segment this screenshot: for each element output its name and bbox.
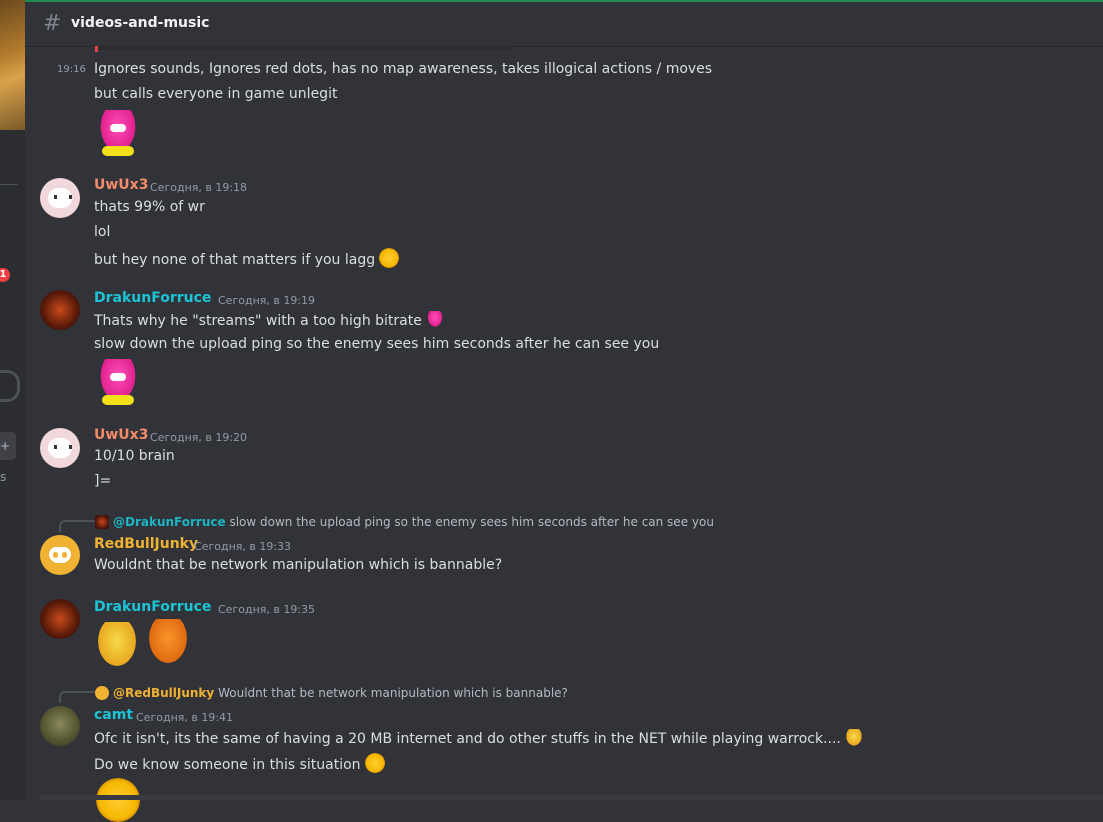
channel-name: videos-and-music (71, 15, 210, 31)
message-text: but calls everyone in game unlegit (94, 86, 338, 102)
message-text: lol (94, 224, 111, 240)
pink-creature-emoji-icon[interactable] (96, 110, 140, 158)
reply-avatar-icon (95, 686, 109, 700)
avatar[interactable] (40, 178, 80, 218)
reply-author[interactable]: @DrakunForruce (113, 515, 226, 529)
message-date: Сегодня, в 19:19 (218, 294, 316, 307)
avatar[interactable] (40, 599, 80, 639)
pink-creature-emoji-icon[interactable] (96, 359, 140, 407)
reply-text: Wouldnt that be network manipulation whi… (218, 686, 568, 700)
discord-logo-icon (49, 547, 71, 563)
message-text: 10/10 brain (94, 448, 175, 464)
author-name[interactable]: DrakunForruce (94, 290, 211, 306)
message-date: Сегодня, в 19:41 (136, 711, 234, 724)
add-member-icon[interactable]: + (0, 432, 16, 460)
message-date: Сегодня, в 19:33 (194, 540, 292, 553)
hash-icon: # (43, 11, 62, 36)
message-text-span: Thats why he "streams" with a too high b… (94, 313, 422, 329)
avatar[interactable] (40, 428, 80, 468)
message-timestamp: 19:16 (57, 64, 86, 75)
author-name[interactable]: UwUx3 (94, 177, 148, 193)
message-text: Wouldnt that be network manipulation whi… (94, 557, 503, 573)
reply-preview[interactable]: @DrakunForruce slow down the upload ping… (95, 515, 714, 529)
message-text: Ignores sounds, Ignores red dots, has no… (94, 61, 713, 77)
shrug-egg-emoji-icon[interactable] (844, 729, 863, 747)
reply-connector (59, 520, 95, 532)
pink-creature-emoji-icon[interactable] (425, 311, 444, 329)
message-text-span: Ofc it isn't, its the same of having a 2… (94, 731, 841, 747)
author-name[interactable]: camt (94, 707, 133, 723)
notification-badge: 1 (0, 268, 10, 282)
sidebar-fragment-text: s (0, 470, 7, 484)
avatar[interactable] (40, 706, 80, 746)
message-date: Сегодня, в 19:20 (150, 431, 248, 444)
reply-connector (59, 691, 95, 703)
message-input-edge (40, 795, 1103, 800)
message-text: Ofc it isn't, its the same of having a 2… (94, 729, 863, 747)
message-date: Сегодня, в 19:35 (218, 603, 316, 616)
message-text-span: Do we know someone in this situation (94, 757, 361, 773)
channel-header: # videos-and-music (25, 0, 1103, 47)
server-icon[interactable] (0, 0, 25, 130)
message-text: thats 99% of wr (94, 199, 205, 215)
sidebar-divider (0, 184, 18, 185)
laughing-egg-emoji-icon[interactable] (146, 619, 190, 667)
message-text-span: but hey none of that matters if you lagg (94, 252, 376, 268)
message-date: Сегодня, в 19:18 (150, 181, 248, 194)
shrug-egg-emoji-icon[interactable] (95, 622, 139, 670)
server-ring-icon[interactable] (0, 370, 20, 402)
message-text: slow down the upload ping so the enemy s… (94, 336, 660, 352)
avatar[interactable] (40, 290, 80, 330)
reply-text: slow down the upload ping so the enemy s… (229, 515, 714, 529)
reply-author[interactable]: @RedBullJunky (113, 686, 214, 700)
message-text: ]= (94, 473, 112, 489)
message-text: Thats why he "streams" with a too high b… (94, 311, 444, 329)
server-sidebar: 1 + s (0, 0, 25, 800)
author-name[interactable]: RedBullJunky (94, 536, 198, 552)
reply-preview[interactable]: @RedBullJunky Wouldnt that be network ma… (95, 686, 568, 700)
thinking-emoji-icon[interactable] (364, 753, 385, 773)
partial-emoji-icon[interactable] (96, 778, 140, 822)
embed-remnant (95, 46, 510, 52)
avatar[interactable] (40, 535, 80, 575)
author-name[interactable]: DrakunForruce (94, 599, 211, 615)
reply-avatar-icon (95, 515, 109, 529)
message-text: but hey none of that matters if you lagg (94, 248, 400, 268)
wink-emoji-icon[interactable] (379, 248, 400, 268)
message-text: Do we know someone in this situation (94, 753, 385, 773)
author-name[interactable]: UwUx3 (94, 427, 148, 443)
